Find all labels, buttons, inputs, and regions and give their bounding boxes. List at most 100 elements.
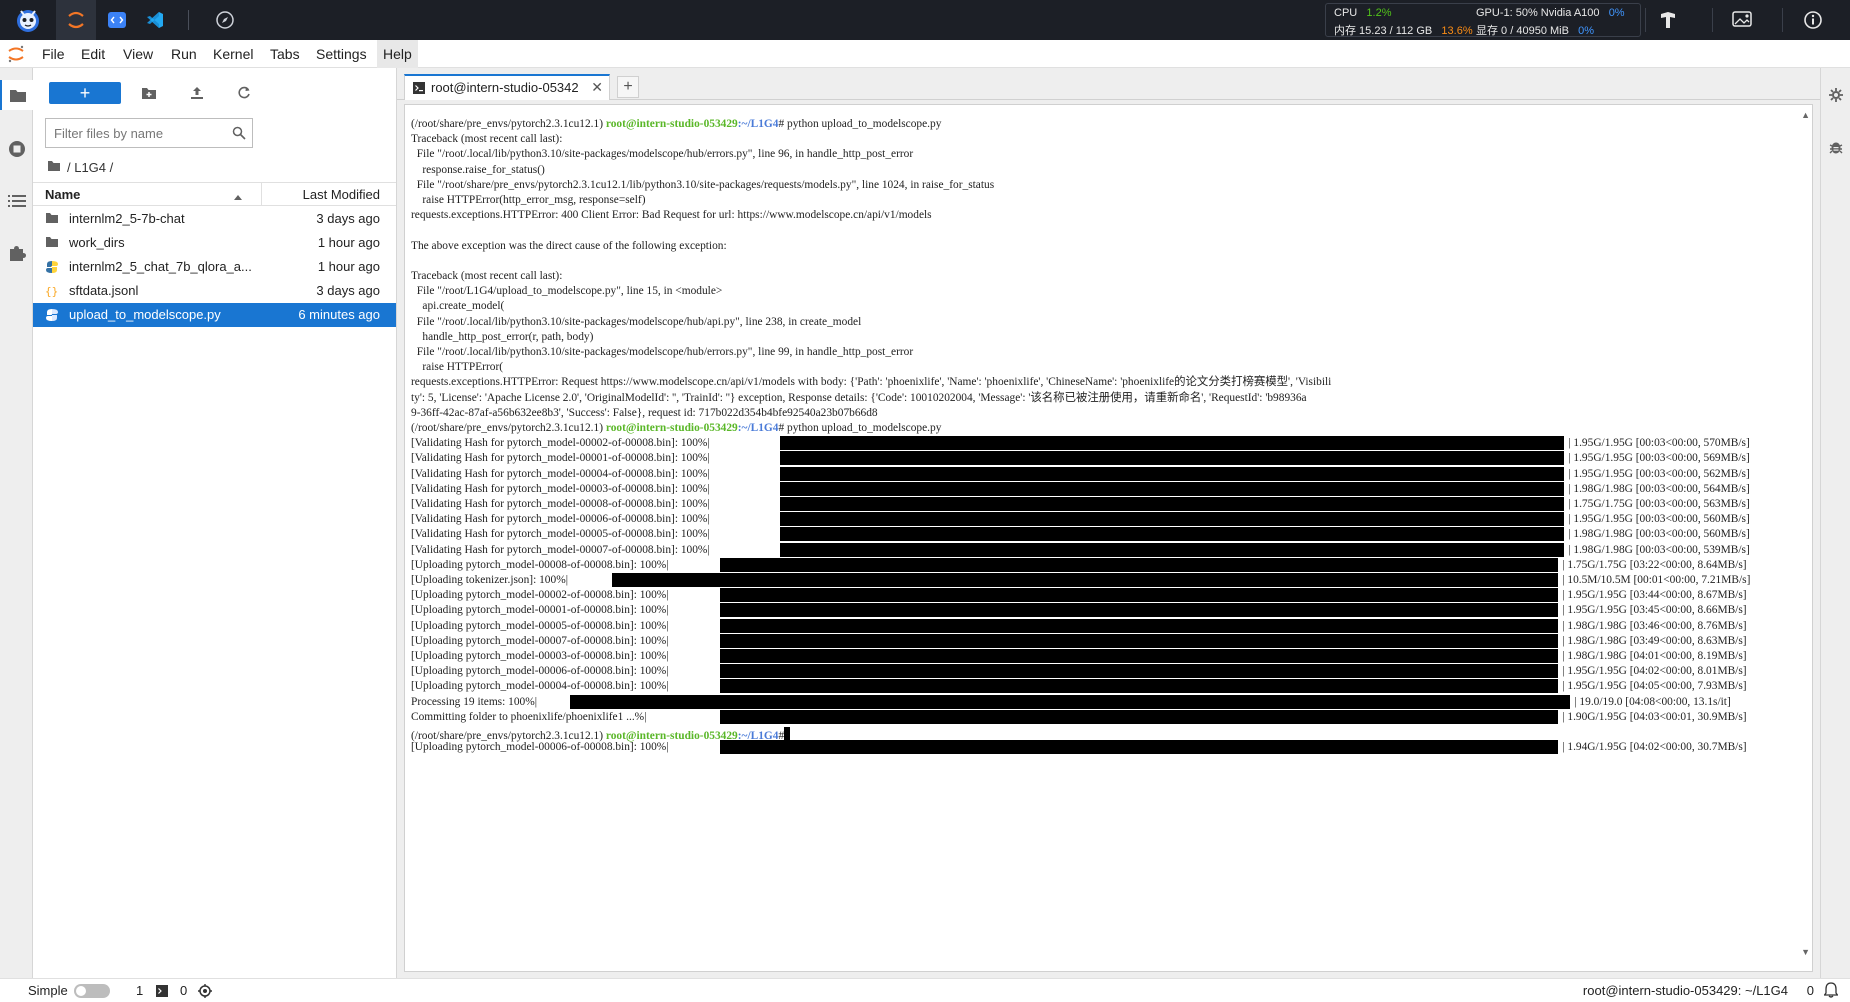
progress-label: [Uploading pytorch_model-00006-of-00008.…: [411, 665, 669, 678]
menu-help[interactable]: Help: [377, 40, 418, 68]
progress-line: [Uploading pytorch_model-00004-of-00008.…: [411, 679, 1747, 694]
progress-bar: [780, 451, 1565, 466]
menu-edit[interactable]: Edit: [75, 40, 111, 68]
simple-mode-toggle[interactable]: [74, 984, 110, 998]
progress-label: [Uploading pytorch_model-00004-of-00008.…: [411, 680, 669, 693]
file-row[interactable]: internlm2_5-7b-chat 3 days ago: [33, 207, 396, 231]
progress-label: [Uploading pytorch_model-00001-of-00008.…: [411, 604, 669, 617]
new-launcher-button[interactable]: +: [49, 82, 121, 104]
column-modified-header[interactable]: Last Modified: [303, 187, 380, 202]
terminal-icon: [413, 82, 425, 97]
image-settings-icon[interactable]: [1722, 0, 1762, 40]
file-row[interactable]: internlm2_5_chat_7b_qlora_a... 1 hour ag…: [33, 255, 396, 279]
breadcrumb-path[interactable]: / L1G4 /: [67, 160, 113, 175]
refresh-icon[interactable]: [230, 80, 258, 106]
progress-line: [Validating Hash for pytorch_model-00003…: [411, 481, 1750, 497]
progress-label: [Validating Hash for pytorch_model-00001…: [411, 452, 710, 465]
progress-bar: [569, 694, 1571, 709]
svg-text:{}: {}: [45, 285, 58, 298]
simple-mode-label: Simple: [28, 983, 68, 998]
column-name-header[interactable]: Name: [45, 187, 80, 202]
gpu-label: GPU-1: 50% Nvidia A100: [1476, 7, 1600, 19]
prompt-path: :~/L1G4: [737, 422, 779, 434]
running-sessions-icon[interactable]: [0, 134, 33, 164]
menu-settings[interactable]: Settings: [310, 40, 373, 68]
progress-line: Committing folder to phoenixlife/phoenix…: [411, 709, 1747, 725]
kernel-status-icon[interactable]: [198, 984, 212, 1001]
vram-value: 0%: [1578, 25, 1595, 37]
right-sidebar: [1820, 68, 1850, 978]
progress-stats: | 1.98G/1.98G [04:01<00:00, 8.19MB/s]: [1562, 650, 1747, 662]
home-folder-icon[interactable]: [47, 160, 61, 175]
sort-ascending-icon[interactable]: [233, 189, 243, 204]
info-icon[interactable]: [1793, 0, 1833, 40]
terminal-count[interactable]: 1: [136, 983, 143, 998]
file-modified: 6 minutes ago: [298, 307, 380, 322]
property-inspector-icon[interactable]: [1821, 80, 1850, 110]
scroll-up-arrow-icon[interactable]: ▲: [1801, 110, 1810, 120]
file-filter-input[interactable]: [46, 119, 226, 147]
kernel-count[interactable]: 0: [180, 983, 187, 998]
progress-line: [Uploading pytorch_model-00006-of-00008.…: [411, 740, 1747, 755]
cpu-label: CPU: [1334, 7, 1358, 19]
debugger-icon[interactable]: [1821, 132, 1850, 162]
progress-stats: | 1.95G/1.95G [03:45<00:00, 8.66MB/s]: [1562, 604, 1747, 617]
prompt-host: root@intern-studio-053429: [605, 118, 738, 130]
jupyter-app-icon[interactable]: [56, 0, 96, 40]
tab-terminal[interactable]: root@intern-studio-05342 ✕: [404, 74, 610, 100]
extension-manager-icon[interactable]: [0, 238, 33, 268]
prompt-path: :~/L1G4: [737, 118, 779, 130]
close-tab-icon[interactable]: ✕: [591, 79, 603, 96]
file-row[interactable]: work_dirs 1 hour ago: [33, 231, 396, 255]
menu-kernel[interactable]: Kernel: [207, 40, 259, 68]
compass-icon[interactable]: [208, 0, 242, 40]
notification-count[interactable]: 0: [1807, 983, 1814, 998]
progress-label: [Validating Hash for pytorch_model-00006…: [411, 513, 710, 526]
bell-icon[interactable]: [1823, 982, 1839, 1001]
progress-bar: [720, 588, 1559, 603]
progress-stats: | 1.95G/1.95G [00:03<00:00, 560MB/s]: [1568, 513, 1750, 526]
new-folder-icon[interactable]: [135, 80, 163, 106]
terminal-text-line: File "/root/L1G4/upload_to_modelscope.py…: [411, 285, 723, 298]
terminal-text-line: Traceback (most recent call last):: [411, 133, 563, 146]
menu-tabs[interactable]: Tabs: [264, 40, 306, 68]
code-editor-icon[interactable]: [100, 0, 134, 40]
table-of-contents-icon[interactable]: [0, 186, 33, 216]
prompt-command: # python upload_to_modelscope.py: [778, 422, 942, 434]
progress-stats: | 1.98G/1.98G [03:49<00:00, 8.63MB/s]: [1562, 634, 1747, 647]
progress-line: [Validating Hash for pytorch_model-00008…: [411, 497, 1750, 512]
file-row[interactable]: {} sftdata.jsonl 3 days ago: [33, 279, 396, 303]
add-tab-button[interactable]: +: [617, 76, 639, 98]
left-activity-bar: [0, 68, 33, 978]
folder-icon: [45, 236, 59, 250]
menu-run[interactable]: Run: [165, 40, 203, 68]
progress-label: [Validating Hash for pytorch_model-00003…: [411, 482, 710, 495]
menu-view[interactable]: View: [117, 40, 159, 68]
breadcrumb: / L1G4 /: [47, 156, 113, 178]
studio-logo-icon[interactable]: [8, 0, 48, 40]
vscode-icon[interactable]: [138, 0, 172, 40]
progress-bar: [780, 481, 1565, 496]
file-row-selected[interactable]: upload_to_modelscope.py 6 minutes ago: [33, 303, 396, 327]
python-file-icon: [45, 260, 59, 274]
toggle-knob: [76, 986, 86, 996]
memory-label: 内存 15.23 / 112 GB: [1334, 25, 1433, 37]
prompt-host: root@intern-studio-053429: [605, 422, 738, 434]
menu-file[interactable]: File: [36, 40, 71, 68]
prompt-command: # python upload_to_modelscope.py: [778, 118, 942, 130]
progress-label: [Uploading tokenizer.json]: 100%|: [411, 574, 568, 586]
file-browser-tab-icon[interactable]: [0, 80, 33, 110]
progress-stats: | 1.95G/1.95G [04:05<00:00, 7.93MB/s]: [1562, 680, 1747, 693]
jupyter-logo-icon: [6, 44, 26, 64]
scroll-down-arrow-icon[interactable]: ▼: [1801, 947, 1810, 957]
progress-bar: [780, 542, 1565, 557]
progress-stats: | 1.98G/1.98G [00:03<00:00, 560MB/s]: [1568, 528, 1750, 541]
extension-icon[interactable]: [1648, 0, 1688, 40]
progress-bar: [720, 618, 1559, 633]
file-modified: 3 days ago: [316, 283, 380, 298]
progress-label: [Validating Hash for pytorch_model-00002…: [411, 437, 710, 450]
prompt-env: (/root/share/pre_envs/pytorch2.3.1cu12.1…: [411, 422, 606, 434]
upload-icon[interactable]: [183, 80, 211, 106]
terminal-output[interactable]: (/root/share/pre_envs/pytorch2.3.1cu12.1…: [404, 104, 1813, 972]
terminal-status-icon[interactable]: [156, 985, 168, 1000]
